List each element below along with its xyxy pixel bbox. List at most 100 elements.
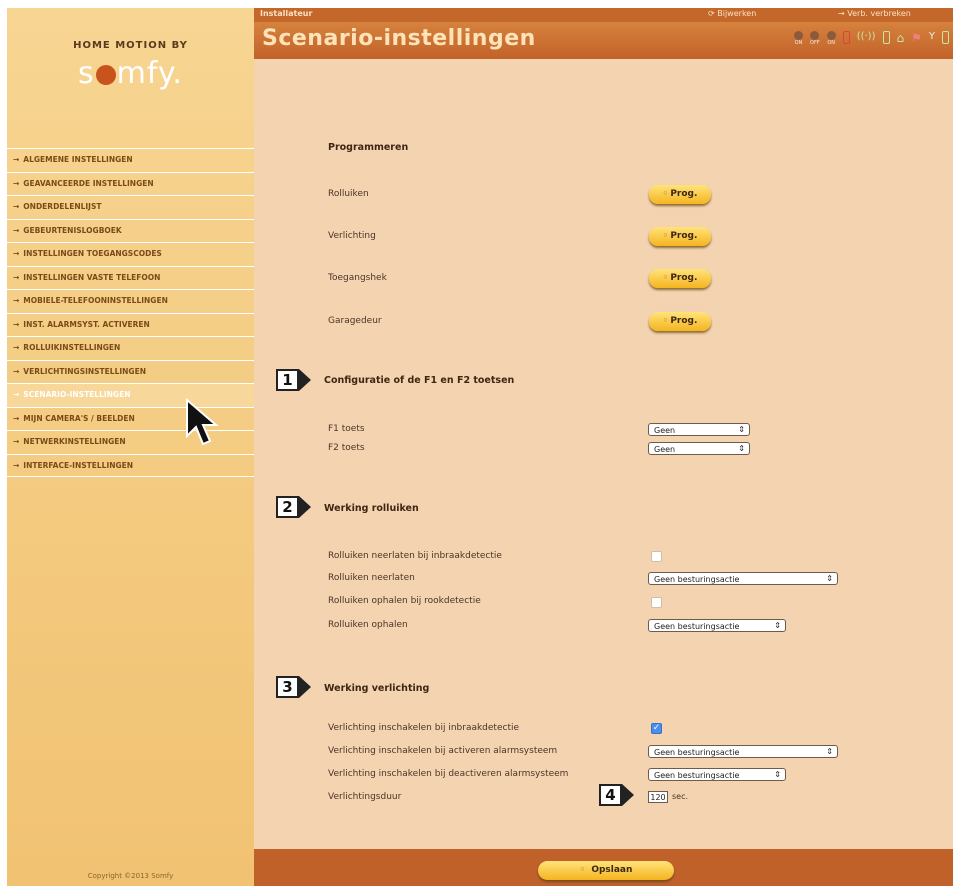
- sidebar-item-instellingen-toegangscodes[interactable]: → INSTELLINGEN TOEGANGSCODES: [7, 242, 254, 266]
- prog-rolluiken-button[interactable]: ◦ Prog.: [649, 185, 711, 204]
- antenna-icon: Y: [928, 31, 935, 42]
- alarm-partial-on-icon: ON: [826, 31, 836, 46]
- verlichting-title: Werking verlichting: [324, 683, 430, 694]
- alarm-on-icon: ON: [794, 31, 804, 46]
- sidebar-item-gebeurtenislogboek[interactable]: → GEBEURTENISLOGBOEK: [7, 218, 254, 243]
- disconnect-label: Verb. verbreken: [847, 9, 911, 18]
- sim-icon: [942, 31, 949, 44]
- arrow-right-icon: →: [13, 272, 20, 282]
- sidebar-item-label: MOBIELE-TELEFOONINSTELLINGEN: [23, 296, 168, 305]
- callout-arrow: [299, 496, 311, 518]
- logo-dot-icon: [95, 65, 116, 85]
- sidebar-item-label: GEAVANCEERDE INSTELLINGEN: [23, 178, 154, 188]
- alarm-off-icon: OFF: [810, 31, 820, 46]
- disconnect-link[interactable]: → Verb. verbreken: [838, 9, 911, 18]
- callout-4: 4: [599, 784, 622, 806]
- arrow-right-icon: →: [13, 390, 20, 399]
- prog-toegangshek-button[interactable]: ◦ Prog.: [649, 269, 711, 288]
- save-button[interactable]: ◦ Opslaan: [538, 861, 674, 880]
- prog-row-label: Toegangshek: [328, 273, 387, 283]
- f2-label: F2 toets: [328, 443, 365, 453]
- refresh-link[interactable]: ⟳ Bijwerken: [708, 9, 756, 18]
- sidebar-item-instellingen-vaste-telefoon[interactable]: → INSTELLINGEN VASTE TELEFOON: [7, 265, 254, 290]
- user-role-label: Installateur: [260, 9, 313, 18]
- save-button-label: Opslaan: [591, 865, 633, 875]
- sidebar-item-label: MIJN CAMERA'S / BEELDEN: [23, 413, 135, 423]
- prog-row-label: Rolluiken: [328, 189, 369, 199]
- callout-arrow: [299, 369, 311, 391]
- verlichting-deactiveren-select[interactable]: Geen besturingsactie ⇕: [648, 768, 786, 781]
- select-caret-icon: ⇕: [738, 425, 745, 434]
- prog-button-label: Prog.: [670, 316, 698, 326]
- rolluiken-ophalen-checkbox[interactable]: [651, 597, 662, 608]
- sidebar-item-label: INSTELLINGEN TOEGANGSCODES: [23, 249, 162, 258]
- home-icon: ⌂: [896, 31, 905, 45]
- arrow-right-icon: →: [13, 437, 20, 446]
- select-caret-icon: ⇕: [826, 574, 833, 583]
- sidebar-item-label: ONDERDELENLIJST: [23, 202, 102, 211]
- sidebar-item-label: INSTELLINGEN VASTE TELEFOON: [23, 272, 161, 282]
- verlichtingsduur-input[interactable]: 120: [648, 791, 668, 803]
- verlichting-row-label: Verlichtingsduur: [328, 792, 402, 802]
- sidebar-item-mobiele-telefooninstellingen[interactable]: → MOBIELE-TELEFOONINSTELLINGEN: [7, 289, 254, 313]
- select-value: Geen besturingsactie: [654, 575, 740, 584]
- f2-select-value: Geen: [654, 445, 676, 454]
- verlichting-row-label: Verlichting inschakelen bij inbraakdetec…: [328, 723, 520, 733]
- arrow-right-icon: →: [13, 178, 20, 188]
- arrow-right-icon: →: [13, 202, 20, 211]
- verlichting-inbraak-checkbox[interactable]: ✓: [651, 723, 662, 734]
- alarm-off-label: OFF: [810, 40, 820, 46]
- rolluiken-row-label: Rolluiken neerlaten: [328, 573, 415, 583]
- select-value: Geen besturingsactie: [654, 622, 740, 631]
- battery-icon: [842, 31, 850, 44]
- rolluiken-row-label: Rolluiken neerlaten bij inbraakdetectie: [328, 551, 502, 561]
- select-value: Geen besturingsactie: [654, 771, 740, 780]
- logo-text-end: mfy: [116, 56, 173, 91]
- sidebar-item-onderdelenlijst[interactable]: → ONDERDELENLIJST: [7, 195, 254, 219]
- prog-verlichting-button[interactable]: ◦ Prog.: [649, 227, 711, 246]
- sidebar-item-label: GEBEURTENISLOGBOEK: [23, 225, 122, 235]
- sidebar-item-label: SCENARIO-INSTELLINGEN: [23, 390, 131, 399]
- duration-unit: sec.: [672, 792, 689, 801]
- prog-garagedeur-button[interactable]: ◦ Prog.: [649, 312, 711, 331]
- alarm-on-label: ON: [794, 40, 803, 46]
- sidebar-item-inst-alarmsyst-activeren[interactable]: → INST. ALARMSYST. ACTIVEREN: [7, 312, 254, 337]
- f1-select[interactable]: Geen ⇕: [648, 423, 750, 436]
- callout-arrow: [299, 676, 311, 698]
- rolluiken-ophalen-select[interactable]: Geen besturingsactie ⇕: [648, 619, 786, 632]
- verlichting-row-label: Verlichting inschakelen bij deactiveren …: [328, 769, 569, 779]
- refresh-label: Bijwerken: [717, 9, 757, 18]
- main-content: Programmeren Rolluiken ◦ Prog. Verlichtin…: [254, 59, 953, 849]
- mouse-cursor-icon: [186, 398, 219, 446]
- arrow-right-icon: →: [13, 249, 20, 258]
- select-value: Geen besturingsactie: [654, 748, 740, 757]
- sidebar-item-label: INST. ALARMSYST. ACTIVEREN: [23, 319, 150, 329]
- footer-bar: ◦ Opslaan: [254, 849, 953, 886]
- arrow-right-icon: →: [13, 155, 20, 164]
- arrow-right-icon: →: [13, 225, 20, 235]
- arrow-right-icon: →: [13, 413, 20, 423]
- select-caret-icon: ⇕: [738, 444, 745, 453]
- somfy-logo: s mfy.: [7, 56, 254, 91]
- arrow-right-icon: →: [13, 296, 20, 305]
- select-caret-icon: ⇕: [826, 747, 833, 756]
- arrow-right-icon: →: [13, 319, 20, 329]
- sidebar-item-interface-instellingen[interactable]: → INTERFACE-INSTELLINGEN: [7, 453, 254, 477]
- programmeren-title: Programmeren: [328, 142, 409, 153]
- callout-1: 1: [276, 369, 299, 391]
- sidebar-item-algemene-instellingen[interactable]: → ALGEMENE INSTELLINGEN: [7, 148, 254, 172]
- sidebar-item-geavanceerde-instellingen[interactable]: → GEAVANCEERDE INSTELLINGEN: [7, 171, 254, 196]
- status-icon-bar: ON OFF ON ((·)) ⌂ ⚑ Y: [794, 31, 949, 46]
- sidebar-item-verlichtingsinstellingen[interactable]: → VERLICHTINGSINSTELLINGEN: [7, 359, 254, 384]
- f2-select[interactable]: Geen ⇕: [648, 442, 750, 455]
- rolluiken-row-label: Rolluiken ophalen: [328, 620, 408, 630]
- sidebar-item-rolluikinstellingen[interactable]: → ROLLUIKINSTELLINGEN: [7, 336, 254, 360]
- rolluiken-neerlaten-select[interactable]: Geen besturingsactie ⇕: [648, 572, 838, 585]
- select-caret-icon: ⇕: [774, 621, 781, 630]
- prog-row-label: Garagedeur: [328, 316, 382, 326]
- rolluiken-neerlaten-checkbox[interactable]: [651, 551, 662, 562]
- config-f-title: Configuratie of de F1 en F2 toetsen: [324, 375, 515, 386]
- verlichting-activeren-select[interactable]: Geen besturingsactie ⇕: [648, 745, 838, 758]
- callout-3: 3: [276, 676, 299, 698]
- arrow-right-icon: →: [13, 460, 20, 470]
